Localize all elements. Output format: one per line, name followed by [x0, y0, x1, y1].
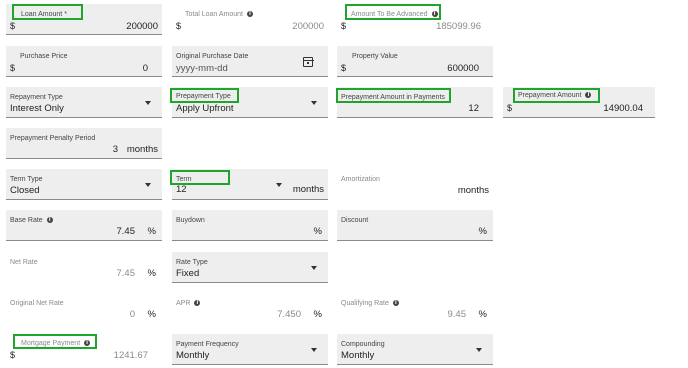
prepayment-type-value: Apply Upfront: [176, 103, 234, 114]
original-net-rate-unit: %: [147, 309, 156, 320]
base-rate-unit: %: [147, 226, 156, 237]
buydown-label: Buydown: [176, 217, 205, 224]
highlight-prepayment-amount-in-payments: [336, 88, 451, 103]
qualifying-rate-field: Qualifying Rate i 9.45 %: [337, 293, 493, 324]
info-icon[interactable]: i: [247, 11, 253, 18]
buydown-field[interactable]: Buydown %: [172, 210, 328, 241]
qualifying-rate-value: 9.45: [447, 309, 467, 320]
highlight-prepayment-type: [170, 88, 239, 103]
original-net-rate-field: Original Net Rate 0 %: [6, 293, 162, 324]
mortgage-payment-currency: $: [10, 350, 16, 360]
highlight-prepayment-amount: [513, 88, 600, 103]
original-net-rate-label: Original Net Rate: [10, 300, 64, 307]
term-type-label: Term Type: [10, 176, 43, 183]
purchase-price-input[interactable]: 0: [143, 63, 148, 74]
original-net-rate-value: 0: [129, 309, 135, 320]
compounding-value: Monthly: [341, 350, 375, 361]
loan-amount-currency: $: [10, 21, 16, 31]
original-purchase-date-field[interactable]: Original Purchase Date yyyy-mm-dd: [172, 46, 328, 77]
repayment-type-value: Interest Only: [10, 103, 64, 114]
amount-to-be-advanced-value: 185099.96: [436, 21, 481, 32]
highlight-term: [170, 170, 230, 185]
apr-value: 7.450: [277, 309, 301, 320]
property-value-label: Property Value: [352, 53, 398, 60]
qualifying-rate-label: Qualifying Rate i: [341, 300, 399, 307]
purchase-price-currency: $: [10, 63, 16, 73]
chevron-down-icon[interactable]: [311, 101, 317, 105]
chevron-down-icon[interactable]: [145, 183, 151, 187]
net-rate-label: Net Rate: [10, 259, 38, 266]
total-loan-amount-value: 200000: [292, 21, 324, 32]
repayment-type-label: Repayment Type: [10, 94, 63, 101]
property-value-input[interactable]: 600000: [447, 63, 479, 74]
total-loan-amount-currency: $: [176, 21, 182, 31]
discount-field[interactable]: Discount %: [337, 210, 493, 241]
rate-type-label: Rate Type: [176, 259, 208, 266]
base-rate-label: Base Rate i: [10, 217, 53, 224]
purchase-price-label: Purchase Price: [20, 53, 68, 60]
amortization-unit: months: [457, 185, 489, 196]
chevron-down-icon[interactable]: [276, 183, 282, 187]
discount-label: Discount: [341, 217, 369, 224]
buydown-unit: %: [313, 226, 322, 237]
original-purchase-date-input[interactable]: yyyy-mm-dd: [176, 63, 228, 74]
info-icon[interactable]: i: [46, 217, 53, 224]
total-loan-amount-label: Total Loan Amount i: [185, 11, 253, 18]
qualifying-rate-unit: %: [478, 309, 487, 320]
prepayment-penalty-period-unit: months: [126, 144, 158, 155]
calendar-icon[interactable]: [302, 57, 314, 67]
highlight-loan-amount: [12, 4, 83, 20]
repayment-type-select[interactable]: Repayment Type Interest Only: [6, 87, 162, 118]
prepayment-amount-input[interactable]: 14900.04: [603, 103, 643, 114]
rate-type-select[interactable]: Rate Type Fixed: [172, 252, 328, 283]
apr-unit: %: [313, 309, 322, 320]
highlight-mortgage-payment: [13, 334, 97, 349]
property-value-field[interactable]: Property Value $ 600000: [337, 46, 493, 77]
compounding-select[interactable]: Compounding Monthly: [337, 334, 493, 365]
purchase-price-field[interactable]: Purchase Price $ 0: [6, 46, 162, 77]
payment-frequency-select[interactable]: Payment Frequency Monthly: [172, 334, 328, 365]
highlight-amount-to-be-advanced: [345, 4, 441, 20]
amount-to-be-advanced-currency: $: [341, 21, 347, 31]
prepayment-penalty-period-input[interactable]: 3: [113, 144, 118, 155]
prepayment-penalty-period-field[interactable]: Prepayment Penalty Period 3 months: [6, 128, 162, 159]
apr-label: APR i: [176, 300, 201, 307]
chevron-down-icon[interactable]: [311, 348, 317, 352]
mortgage-payment-value: 1241.67: [113, 350, 148, 361]
prepayment-amount-currency: $: [507, 103, 513, 113]
term-type-select[interactable]: Term Type Closed: [6, 169, 162, 200]
prepayment-penalty-period-label: Prepayment Penalty Period: [10, 135, 96, 142]
base-rate-input[interactable]: 7.45: [117, 226, 136, 237]
info-icon[interactable]: i: [194, 300, 201, 307]
net-rate-unit: %: [147, 268, 156, 279]
payment-frequency-label: Payment Frequency: [176, 341, 239, 348]
rate-type-value: Fixed: [176, 268, 200, 279]
payment-frequency-value: Monthly: [176, 350, 210, 361]
total-loan-amount-field: Total Loan Amount i $ 200000: [172, 4, 328, 35]
amortization-label: Amortization: [341, 176, 380, 183]
chevron-down-icon[interactable]: [311, 266, 317, 270]
base-rate-field[interactable]: Base Rate i 7.45 %: [6, 210, 162, 241]
compounding-label: Compounding: [341, 341, 385, 348]
term-value[interactable]: 12: [176, 184, 187, 195]
chevron-down-icon[interactable]: [476, 348, 482, 352]
info-icon[interactable]: i: [392, 300, 399, 307]
discount-unit: %: [478, 226, 487, 237]
property-value-currency: $: [341, 63, 347, 73]
loan-amount-input[interactable]: 200000: [126, 21, 158, 32]
chevron-down-icon[interactable]: [145, 101, 151, 105]
net-rate-field: Net Rate 7.45 %: [6, 252, 162, 283]
term-type-value: Closed: [10, 185, 40, 196]
term-unit: months: [292, 184, 324, 195]
apr-field: APR i 7.450 %: [172, 293, 328, 324]
prepayment-amount-in-payments-input[interactable]: 12: [468, 103, 479, 114]
original-purchase-date-label: Original Purchase Date: [176, 53, 249, 60]
net-rate-value: 7.45: [116, 268, 136, 279]
amortization-field[interactable]: Amortization months: [337, 169, 493, 200]
